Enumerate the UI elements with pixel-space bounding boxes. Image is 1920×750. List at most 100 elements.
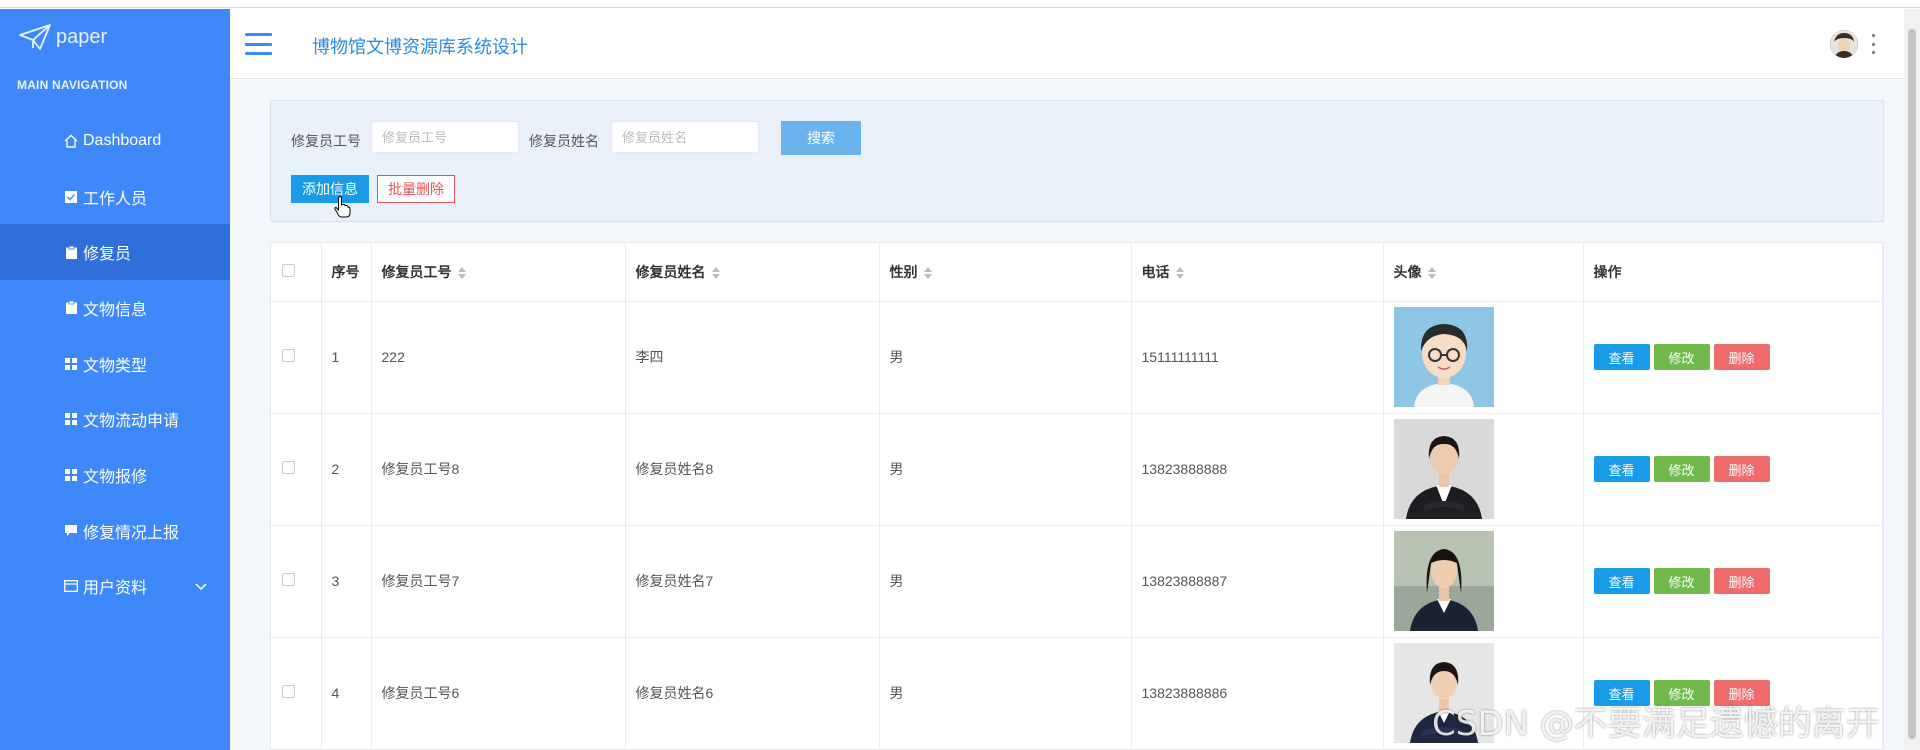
window-top-border: [0, 0, 1920, 8]
menu-toggle-icon[interactable]: [245, 33, 272, 55]
home-icon: [63, 133, 79, 149]
restorer-id-cell: 修复员工号8: [371, 413, 626, 526]
phone-cell: 13823888886: [1131, 637, 1384, 750]
restorer-name-cell: 修复员姓名8: [625, 413, 880, 526]
sidebar-nav: Dashboard 工作人员 修复员 文物信息 文物类型 文物流动申请 文物报修…: [0, 113, 248, 615]
sidebar-item-label: 文物报修: [83, 468, 148, 486]
edit-button[interactable]: 修改: [1653, 344, 1710, 370]
restorer-id-cell: 修复员工号6: [371, 637, 626, 750]
grid-icon: [63, 356, 79, 372]
table-row: 2 修复员工号8 修复员姓名8 男 13823888888 查看 修改 删除: [271, 413, 1883, 526]
column-header[interactable]: 修复员姓名: [625, 243, 880, 302]
gender-cell: 男: [879, 637, 1132, 750]
batch-delete-button[interactable]: 批量删除: [377, 175, 455, 203]
chevron-down-icon: [195, 582, 207, 590]
restorer-id-cell: 修复员工号7: [371, 525, 626, 638]
column-header[interactable]: 头像: [1383, 243, 1584, 302]
table-row: 3 修复员工号7 修复员姓名7 男 13823888887 查看 修改 删除: [271, 525, 1883, 638]
search-button[interactable]: 搜索: [781, 121, 861, 155]
paper-plane-icon: [19, 24, 51, 50]
sidebar-item-label: 工作人员: [83, 190, 148, 208]
sidebar-item-label: 修复员: [83, 246, 132, 264]
column-header[interactable]: 电话: [1131, 243, 1384, 302]
mouse-pointer-icon: [334, 196, 351, 218]
logo-text: paper: [56, 25, 108, 48]
view-button[interactable]: 查看: [1593, 568, 1650, 594]
top-header: 博物馆文博资源库系统设计: [230, 9, 1904, 79]
sidebar: paper MAIN NAVIGATION Dashboard 工作人员 修复员: [0, 9, 248, 750]
row-number: 2: [321, 413, 372, 526]
sort-icon[interactable]: [711, 267, 720, 280]
edit-button[interactable]: 修改: [1653, 456, 1710, 482]
column-header[interactable]: 修复员工号: [371, 243, 626, 302]
row-checkbox[interactable]: [282, 461, 295, 474]
delete-button[interactable]: 删除: [1713, 456, 1770, 482]
user-avatar[interactable]: [1830, 30, 1858, 58]
sidebar-item-label: 修复情况上报: [83, 524, 180, 542]
nav-heading: MAIN NAVIGATION: [17, 78, 128, 92]
sidebar-item-label: Dashboard: [83, 131, 162, 149]
avatar-image: [1393, 419, 1494, 519]
add-button[interactable]: 添加信息: [291, 175, 369, 203]
scrollbar-thumb[interactable]: [1908, 29, 1916, 739]
column-header: 操作: [1583, 243, 1883, 302]
watermark-text: CSDN @不要满足遗憾的离开: [1432, 704, 1880, 744]
sidebar-item-relic-info[interactable]: 文物信息: [0, 280, 230, 336]
sidebar-item-restorer[interactable]: 修复员: [0, 224, 248, 281]
avatar-image: [1393, 307, 1494, 407]
phone-cell: 13823888887: [1131, 525, 1384, 638]
sidebar-item-label: 文物流动申请: [83, 413, 180, 431]
select-all-checkbox[interactable]: [282, 263, 295, 277]
sort-icon[interactable]: [1175, 267, 1184, 280]
table-row: 1 222 李四 男 15111111111 查看 修改 删除: [271, 301, 1883, 414]
sidebar-item-relic-flow[interactable]: 文物流动申请: [0, 391, 230, 447]
sidebar-item-dashboard[interactable]: Dashboard: [0, 113, 230, 169]
gender-cell: 男: [879, 301, 1132, 414]
restorer-id-label: 修复员工号: [291, 133, 361, 149]
grid-icon: [63, 467, 79, 483]
row-checkbox[interactable]: [282, 685, 295, 698]
restorer-name-cell: 李四: [625, 301, 880, 414]
delete-button[interactable]: 删除: [1713, 344, 1770, 370]
column-header[interactable]: 性别: [879, 243, 1132, 302]
clipboard-icon: [63, 300, 79, 316]
restorer-id-input[interactable]: [371, 121, 519, 153]
gender-cell: 男: [879, 525, 1132, 638]
row-checkbox[interactable]: [282, 573, 295, 586]
row-checkbox[interactable]: [282, 349, 295, 362]
view-button[interactable]: 查看: [1593, 344, 1650, 370]
restorer-name-label: 修复员姓名: [529, 133, 599, 149]
sidebar-item-user-profile[interactable]: 用户资料: [0, 559, 230, 615]
id-card-icon: [63, 578, 79, 594]
clipboard-icon: [63, 244, 79, 260]
page-scrollbar[interactable]: [1904, 9, 1920, 750]
sort-icon[interactable]: [923, 267, 932, 280]
table-header-row: 序号 修复员工号 修复员姓名 性别 电话 头像 操作: [271, 243, 1883, 302]
more-options-icon[interactable]: [1870, 34, 1876, 54]
sidebar-item-relic-repair[interactable]: 文物报修: [0, 447, 230, 503]
delete-button[interactable]: 删除: [1713, 568, 1770, 594]
sort-icon[interactable]: [457, 267, 466, 280]
restorer-name-cell: 修复员姓名6: [625, 637, 880, 750]
sort-icon[interactable]: [1427, 267, 1436, 280]
view-button[interactable]: 查看: [1593, 456, 1650, 482]
column-header: 序号: [321, 243, 372, 302]
restorer-name-cell: 修复员姓名7: [625, 525, 880, 638]
avatar-image: [1393, 531, 1494, 631]
sidebar-item-staff[interactable]: 工作人员: [0, 169, 230, 225]
comment-icon: [63, 523, 79, 539]
sidebar-item-relic-type[interactable]: 文物类型: [0, 336, 230, 392]
gender-cell: 男: [879, 413, 1132, 526]
sidebar-item-label: 文物类型: [83, 357, 148, 375]
phone-cell: 13823888888: [1131, 413, 1384, 526]
restorer-name-input[interactable]: [611, 121, 759, 153]
sidebar-item-repair-report[interactable]: 修复情况上报: [0, 503, 230, 559]
main-content: 修复员工号 修复员姓名 搜索 添加信息 批量删除 序号 修复员工号 修复员姓名 …: [230, 80, 1904, 750]
page-title: 博物馆文博资源库系统设计: [312, 37, 528, 57]
edit-button[interactable]: 修改: [1653, 568, 1710, 594]
phone-cell: 15111111111: [1131, 301, 1384, 414]
logo[interactable]: paper: [18, 23, 107, 51]
sidebar-item-label: 用户资料: [83, 580, 148, 598]
row-number: 3: [321, 525, 372, 638]
grid-icon: [63, 411, 79, 427]
